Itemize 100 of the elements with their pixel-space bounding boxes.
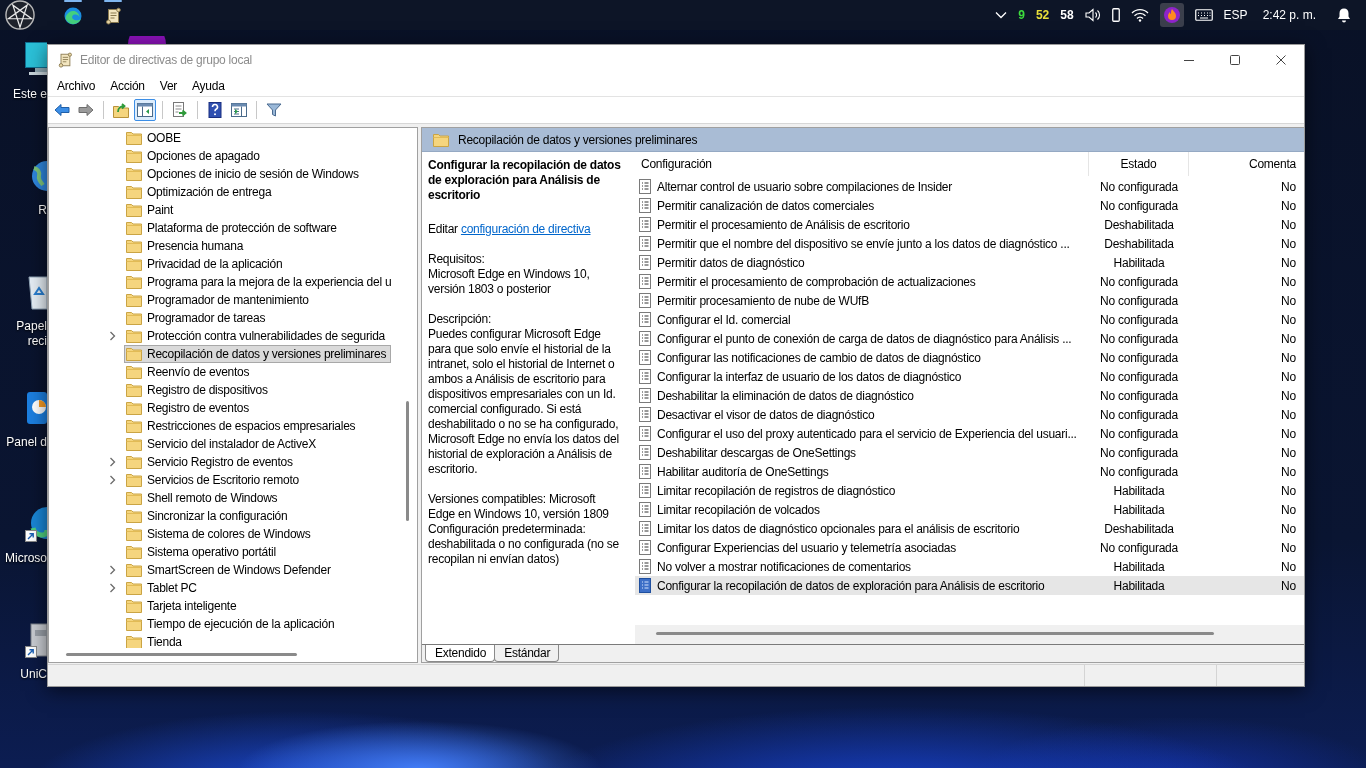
tree-item[interactable]: SmartScreen de Windows Defender	[124, 561, 336, 579]
bell-icon[interactable]	[1337, 7, 1351, 23]
tree-item[interactable]: Restricciones de espacios empresariales	[124, 417, 361, 435]
policy-row[interactable]: Configurar las notificaciones de cambio de datos de diagnóstico No configurada No	[635, 348, 1304, 367]
policy-row[interactable]: Permitir canalización de datos comerciales No configurada No	[635, 196, 1304, 215]
tree-item[interactable]: Plataforma de protección de software	[124, 219, 342, 237]
policy-row[interactable]: Configurar Experiencias del usuario y telemetría asociadas No configurada No	[635, 538, 1304, 557]
tree-item[interactable]: Registro de dispositivos	[124, 381, 273, 399]
desktop-icon-label[interactable]: Panel d	[6, 435, 47, 450]
column-header[interactable]: Comenta	[1189, 152, 1304, 176]
setting-name: Habilitar auditoría de OneSettings	[657, 464, 830, 479]
tree-item[interactable]: Programa para la mejora de la experiencia del u	[124, 273, 397, 291]
app-icon[interactable]	[25, 622, 47, 658]
wifi-icon[interactable]	[1130, 8, 1149, 22]
phone-icon[interactable]	[1111, 8, 1120, 22]
scrollbar-thumb[interactable]	[656, 632, 1214, 635]
policy-row[interactable]: Permitir datos de diagnóstico Habilitada No	[635, 253, 1304, 272]
policy-document-icon	[639, 559, 651, 574]
column-header[interactable]: Estado	[1089, 152, 1189, 176]
flame-app-icon[interactable]	[1159, 3, 1184, 27]
clock[interactable]: 2:42 p. m.	[1262, 8, 1316, 22]
tree-item[interactable]: Presencia humana	[124, 237, 249, 255]
tab[interactable]: Extendido	[425, 645, 496, 662]
policy-row[interactable]: Desactivar el visor de datos de diagnóstico No configurada No	[635, 405, 1304, 424]
policy-document-icon	[639, 464, 651, 479]
pie-chart-icon[interactable]	[25, 390, 47, 426]
tree-item[interactable]: Opciones de apagado	[124, 147, 265, 165]
desktop-icon-label[interactable]: Microso	[5, 551, 47, 566]
language-indicator[interactable]: ESP	[1223, 8, 1248, 22]
policy-row[interactable]: Permitir el procesamiento de comprobación de actualizaciones No configurada No	[635, 272, 1304, 291]
scroll-icon	[57, 52, 73, 68]
policy-row[interactable]: Limitar recopilación de registros de diagnóstico Habilitada No	[635, 481, 1304, 500]
tree-item[interactable]: Reenvío de eventos	[124, 363, 255, 381]
policy-row[interactable]: Habilitar auditoría de OneSettings No configurada No	[635, 462, 1304, 481]
policy-row[interactable]: Limitar recopilación de volcados Habilitada No	[635, 500, 1304, 519]
tree-item[interactable]: Tarjeta inteligente	[124, 597, 242, 615]
tree-item[interactable]: OOBE	[124, 129, 186, 147]
show-tree-button[interactable]	[134, 99, 156, 121]
tree-item[interactable]: Opciones de inicio de sesión de Windows	[124, 165, 364, 183]
menu-item[interactable]: Ayuda	[185, 76, 232, 95]
expand-chevron-icon[interactable]	[109, 583, 116, 593]
tree-item[interactable]: Recopilación de datos y versiones preliminares	[124, 345, 392, 363]
keyboard-icon[interactable]	[1194, 9, 1213, 21]
speaker-icon[interactable]	[1084, 8, 1101, 22]
policy-row[interactable]: Permitir que el nombre del dispositivo se envíe junto a los datos de diagnóstico ... Deshabilitada No	[635, 234, 1304, 253]
pentagram-icon[interactable]	[5, 0, 35, 30]
expand-chevron-icon[interactable]	[109, 457, 116, 467]
tree-item[interactable]: Programador de mantenimiento	[124, 291, 314, 309]
policy-row[interactable]: Configurar el uso del proxy autenticado para el servicio de Experiencia del usuari... No configurada No	[635, 424, 1304, 443]
policy-row[interactable]: Alternar control de usuario sobre compilaciones de Insider No configurada No	[635, 177, 1304, 196]
chevron-down-icon[interactable]	[995, 11, 1008, 19]
policy-row[interactable]: Deshabilitar descargas de OneSettings No configurada No	[635, 443, 1304, 462]
tree-item[interactable]: Registro de eventos	[124, 399, 254, 417]
swirl-icon[interactable]	[64, 7, 82, 25]
policy-row[interactable]: Configurar el Id. comercial No configurada No	[635, 310, 1304, 329]
column-header[interactable]: Configuración	[635, 152, 1089, 176]
setting-comment: No	[1280, 236, 1297, 251]
recycle-bin-icon[interactable]	[25, 274, 47, 310]
menu-item[interactable]: Acción	[103, 76, 152, 95]
policy-row[interactable]: Permitir procesamiento de nube de WUfB No configurada No	[635, 291, 1304, 310]
policy-row[interactable]: Deshabilitar la eliminación de datos de diagnóstico No configurada No	[635, 386, 1304, 405]
expand-chevron-icon[interactable]	[109, 565, 116, 575]
tree-item[interactable]: Paint	[124, 201, 179, 219]
policy-row[interactable]: Permitir el procesamiento de Análisis de escritorio Deshabilitada No	[635, 215, 1304, 234]
tree-item[interactable]: Protección contra vulnerabilidades de segurida	[124, 327, 390, 345]
tree-item[interactable]: Tablet PC	[124, 579, 202, 597]
tree-item[interactable]: Tiempo de ejecución de la aplicación	[124, 615, 340, 633]
monitor-icon[interactable]	[25, 42, 47, 78]
tree-item[interactable]: Sincronizar la configuración	[124, 507, 293, 525]
panel-icon	[231, 102, 247, 118]
folder-icon	[126, 509, 142, 523]
expand-chevron-icon[interactable]	[109, 331, 116, 341]
tree-item[interactable]: Shell remoto de Windows	[124, 489, 283, 507]
policy-row[interactable]: Configurar la interfaz de usuario de los datos de diagnóstico No configurada No	[635, 367, 1304, 386]
policy-row[interactable]: No volver a mostrar notificaciones de comentarios Habilitada No	[635, 557, 1304, 576]
tree-item[interactable]: Servicio del instalador de ActiveX	[124, 435, 321, 453]
desktop-icon-label[interactable]: Este e	[12, 87, 47, 102]
tree-item[interactable]: Tienda	[124, 633, 187, 648]
tab[interactable]: Estándar	[494, 645, 560, 662]
tree-item[interactable]: Sistema de colores de Windows	[124, 525, 316, 543]
desktop-icon-label[interactable]: R	[38, 203, 47, 218]
tree-item[interactable]: Privacidad de la aplicación	[124, 255, 288, 273]
policy-row[interactable]: Configurar el punto de conexión de carga de datos de diagnóstico para Análisis ... No configurada No	[635, 329, 1304, 348]
desktop-icon-label[interactable]: Papel reci	[0, 319, 47, 349]
menu-item[interactable]: Ver	[152, 76, 185, 95]
tree-item[interactable]: Programador de tareas	[124, 309, 271, 327]
policy-settings-link[interactable]: configuración de directiva	[460, 222, 591, 236]
menu-item[interactable]: Archivo	[50, 76, 103, 95]
tree-item[interactable]: Optimización de entrega	[124, 183, 277, 201]
tree-item[interactable]: Sistema operativo portátil	[124, 543, 281, 561]
tree-item[interactable]: Servicios de Escritorio remoto	[124, 471, 304, 489]
policy-row[interactable]: Limitar los datos de diagnóstico opcionales para el análisis de escritorio Deshabilitada No	[635, 519, 1304, 538]
setting-state: No configurada	[1099, 464, 1179, 479]
desktop-icon-label[interactable]: UniC	[20, 667, 47, 682]
scrollbar-thumb[interactable]	[406, 401, 409, 521]
policy-row[interactable]: Configurar la recopilación de datos de exploración para Análisis de escritorio Habilitada No	[635, 576, 1304, 595]
scroll-icon[interactable]	[104, 7, 122, 25]
tree-item[interactable]: Servicio Registro de eventos	[124, 453, 298, 471]
scrollbar-thumb[interactable]	[66, 653, 297, 656]
expand-chevron-icon[interactable]	[109, 475, 116, 485]
